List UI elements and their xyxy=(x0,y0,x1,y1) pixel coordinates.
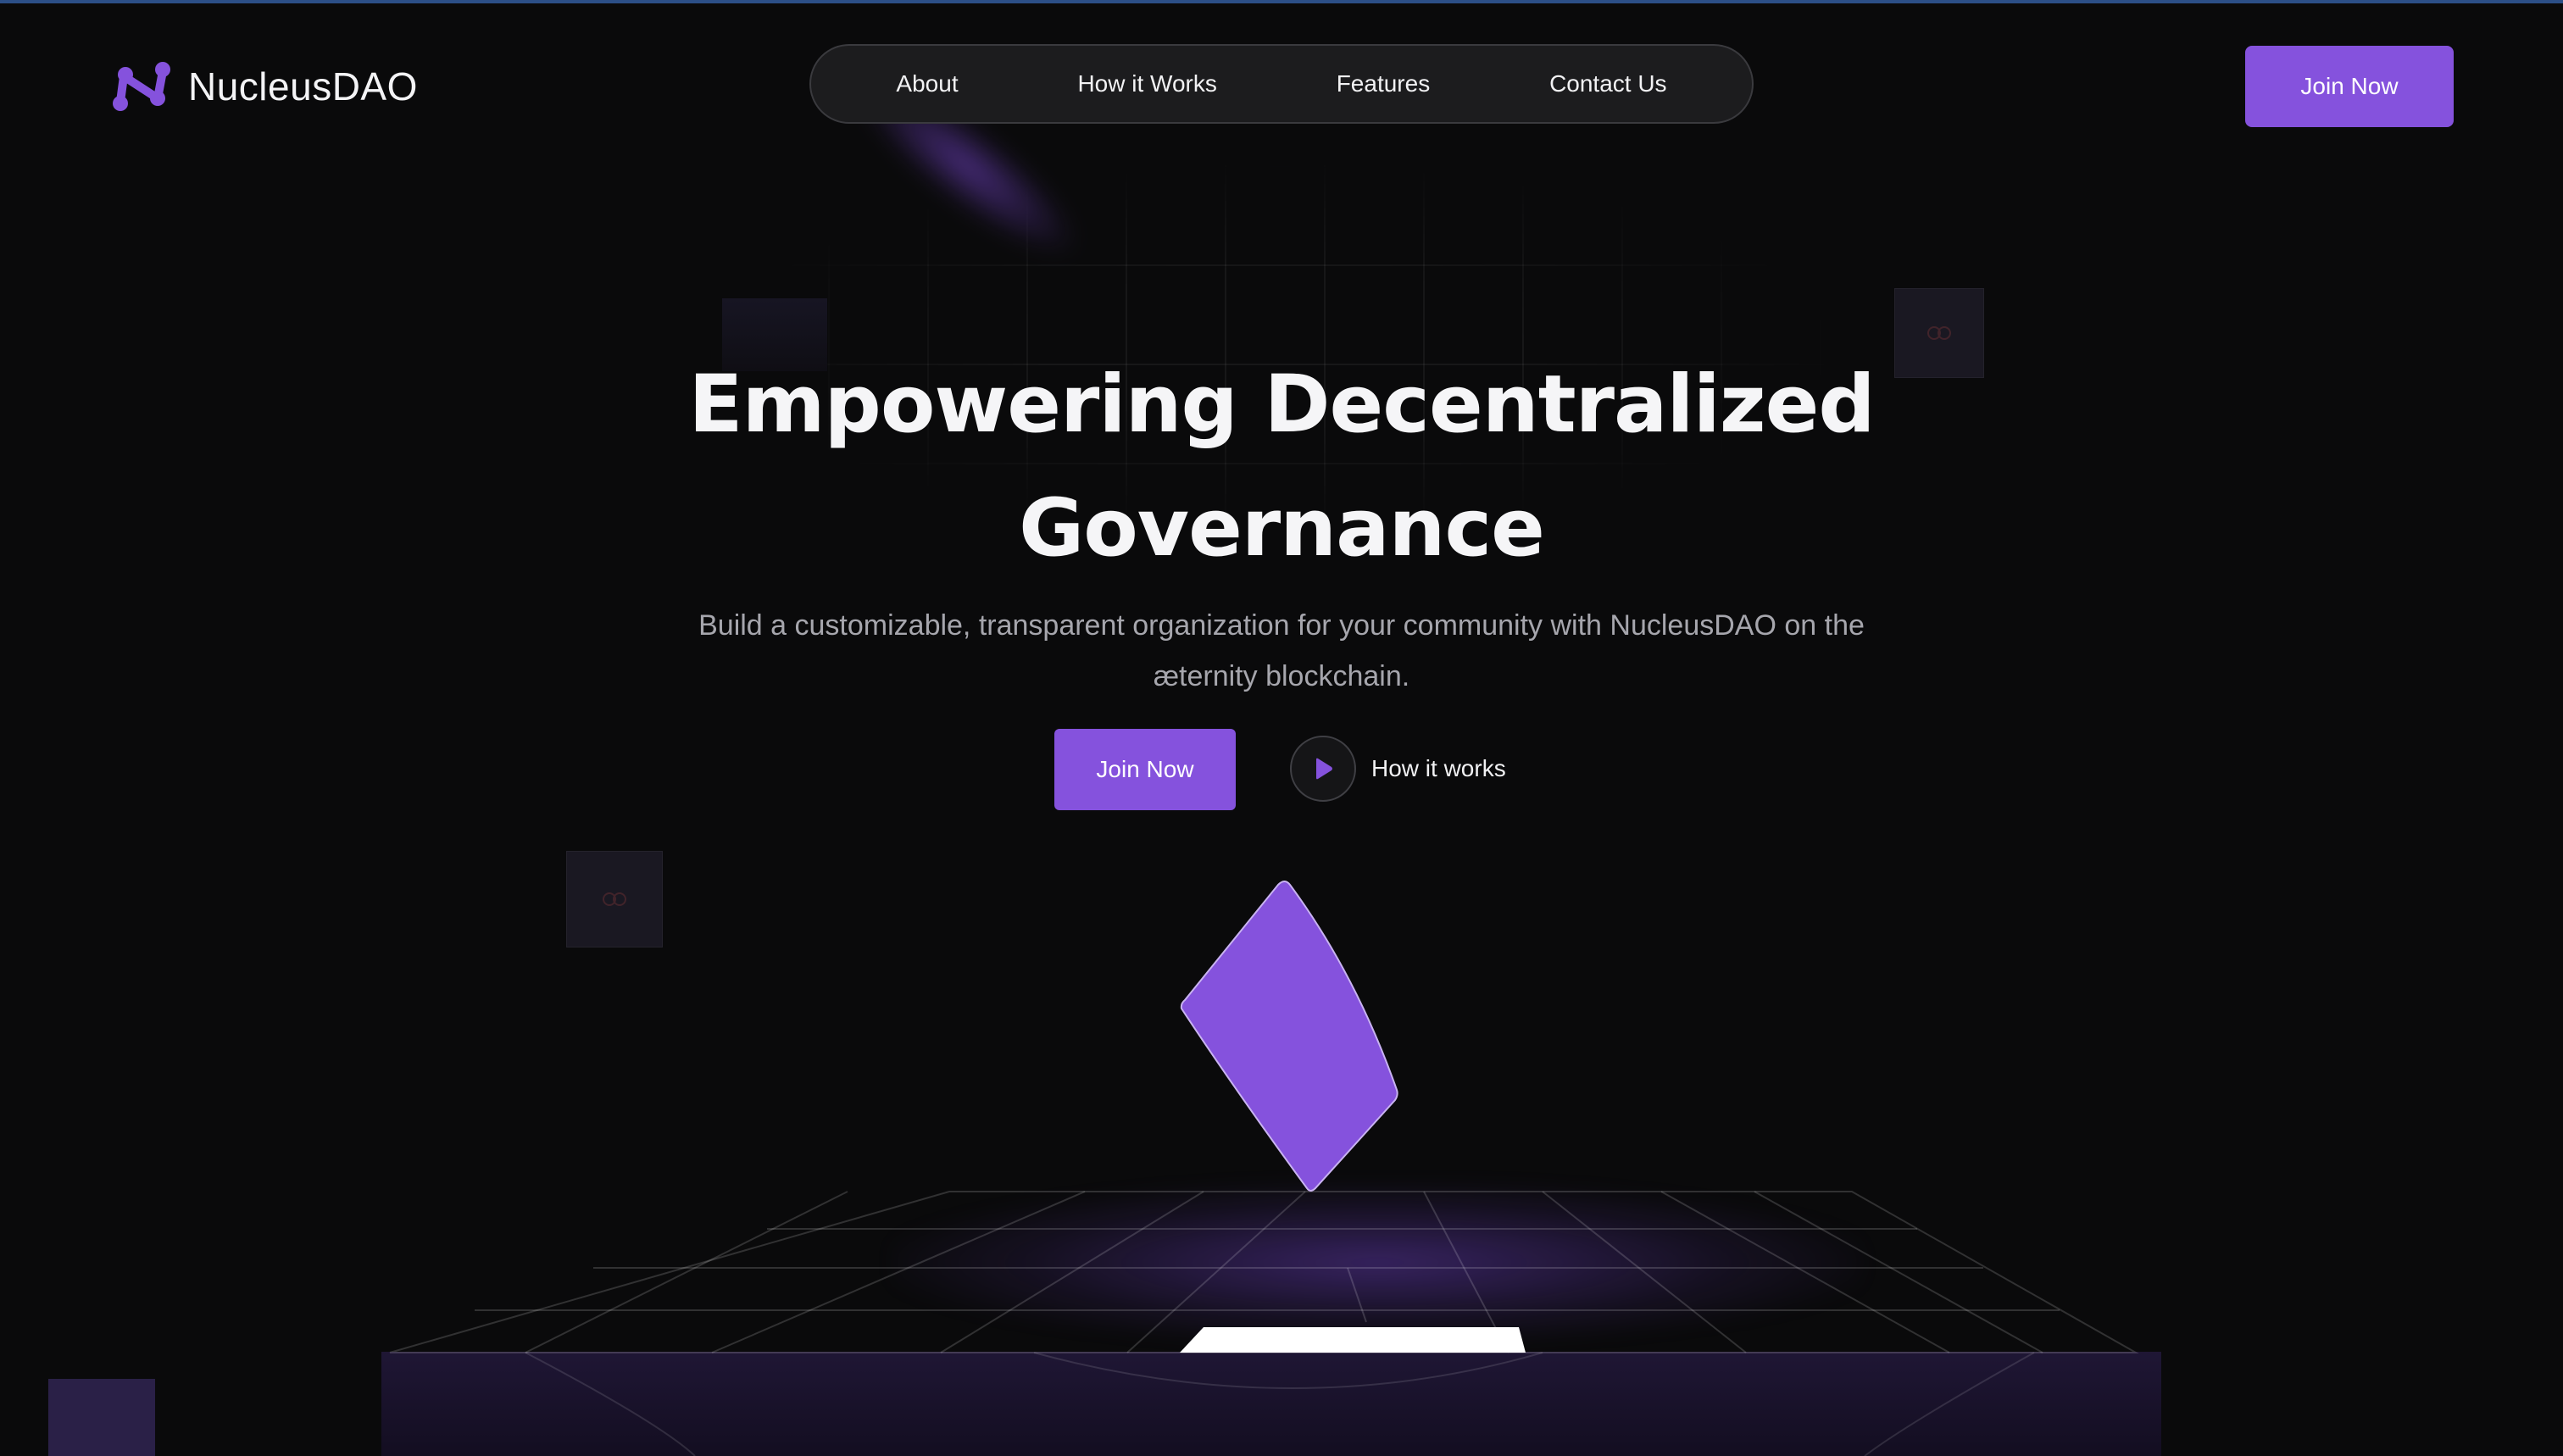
ballot-scene-illustration xyxy=(389,881,2139,1456)
ballot-slot xyxy=(1180,1327,1526,1353)
ballot-card xyxy=(1180,881,1398,1192)
landing-page: NucleusDAO About How it Works Features C… xyxy=(0,0,2563,1456)
ground-curves xyxy=(525,1352,2035,1456)
